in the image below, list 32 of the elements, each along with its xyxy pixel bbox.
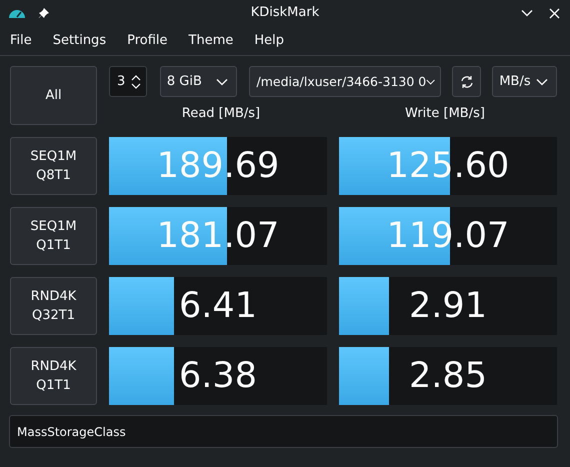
all-button[interactable]: All (10, 66, 97, 125)
result-value: 6.38 (179, 358, 257, 394)
pin-icon[interactable] (38, 7, 50, 19)
chevron-down-icon (216, 78, 228, 86)
window-title: KDiskMark (250, 5, 320, 20)
up-down-icon (130, 74, 141, 90)
refresh-button[interactable] (452, 66, 482, 97)
chevron-down-icon (426, 78, 436, 86)
menu-item[interactable]: Help (247, 33, 291, 48)
refresh-icon (460, 74, 474, 88)
result-value: 2.85 (409, 358, 487, 394)
profile-field[interactable]: MassStorageClass (9, 415, 558, 448)
test-button[interactable]: SEQ1M Q1T1 (10, 207, 97, 265)
column-header: Read [MB/s] (180, 106, 262, 121)
result-value: 2.91 (409, 288, 487, 324)
chevron-down-icon (536, 78, 548, 86)
gauge-icon (8, 7, 26, 19)
close-icon[interactable] (549, 8, 560, 18)
target-dropdown[interactable]: /media/lxuser/3466-3130 0 (249, 66, 442, 97)
menu-item[interactable]: File (3, 33, 39, 48)
test-button[interactable]: RND4K Q32T1 (10, 277, 97, 335)
runs-spinbox[interactable]: 3 (109, 66, 147, 97)
test-button[interactable]: RND4K Q1T1 (10, 347, 97, 405)
test-button[interactable]: SEQ1M Q8T1 (10, 137, 97, 195)
result-value: 6.41 (179, 288, 257, 324)
column-header: Write [MB/s] (404, 106, 486, 121)
units-dropdown[interactable]: MB/s (492, 66, 558, 97)
minimize-icon[interactable] (521, 9, 533, 17)
menu-item[interactable]: Theme (182, 33, 240, 48)
menu-item[interactable]: Settings (46, 33, 114, 48)
size-dropdown[interactable]: 8 GiB (160, 66, 238, 97)
menu-item[interactable]: Profile (120, 33, 175, 48)
